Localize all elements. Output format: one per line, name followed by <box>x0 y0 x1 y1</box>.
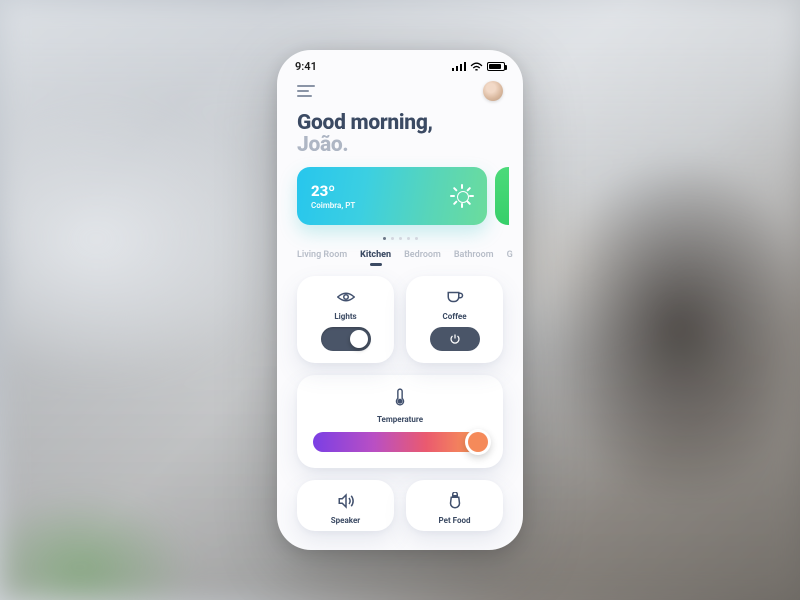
device-grid: Lights Coffee <box>277 276 523 363</box>
status-indicators <box>452 62 505 72</box>
greeting-line1: Good morning, <box>297 111 503 135</box>
tab-living-room[interactable]: Living Room <box>297 250 347 266</box>
tab-kitchen[interactable]: Kitchen <box>360 250 391 266</box>
temperature-slider[interactable] <box>313 432 487 452</box>
room-tabs: Living Room Kitchen Bedroom Bathroom G <box>277 250 523 276</box>
device-label: Coffee <box>442 312 466 321</box>
phone-frame: 9:41 Good morning, João. 23º Coimbra, PT <box>277 50 523 550</box>
info-cards-row: 23º Coimbra, PT <box>277 167 523 225</box>
status-time: 9:41 <box>295 60 317 73</box>
weather-location: Coimbra, PT <box>311 201 355 210</box>
coffee-power-button[interactable] <box>430 327 480 351</box>
page-dot[interactable] <box>391 237 394 240</box>
next-card-peek[interactable] <box>495 167 509 225</box>
page-dot[interactable] <box>383 237 386 240</box>
tab-bedroom[interactable]: Bedroom <box>404 250 441 266</box>
status-bar: 9:41 <box>277 50 523 77</box>
weather-text: 23º Coimbra, PT <box>311 182 355 210</box>
device-label: Temperature <box>377 415 423 424</box>
page-indicator <box>277 225 523 250</box>
greeting-name: João. <box>297 133 503 157</box>
power-icon <box>449 333 461 345</box>
page-dot[interactable] <box>399 237 402 240</box>
coffee-cup-icon <box>446 288 464 306</box>
avatar[interactable] <box>483 81 503 101</box>
greeting: Good morning, João. <box>277 107 523 167</box>
weather-card[interactable]: 23º Coimbra, PT <box>297 167 487 225</box>
pet-food-icon <box>446 492 464 510</box>
device-grid-row2: Speaker Pet Food <box>277 468 523 531</box>
device-label: Speaker <box>331 516 360 525</box>
speaker-icon <box>337 492 355 510</box>
device-card-lights: Lights <box>297 276 394 363</box>
battery-icon <box>487 62 505 71</box>
device-label: Lights <box>334 312 356 321</box>
eye-icon <box>337 288 355 306</box>
cellular-signal-icon <box>452 62 466 71</box>
wifi-icon <box>470 62 483 72</box>
page-dot[interactable] <box>415 237 418 240</box>
device-card-coffee: Coffee <box>406 276 503 363</box>
device-label: Pet Food <box>439 516 471 525</box>
device-card-speaker: Speaker <box>297 480 394 531</box>
tab-bathroom[interactable]: Bathroom <box>454 250 494 266</box>
thermometer-icon <box>394 387 406 407</box>
menu-icon[interactable] <box>297 85 315 97</box>
sun-icon <box>451 185 473 207</box>
weather-temperature: 23º <box>311 182 355 200</box>
device-card-temperature: Temperature <box>297 375 503 468</box>
device-card-petfood: Pet Food <box>406 480 503 531</box>
tab-more[interactable]: G <box>507 250 513 266</box>
top-bar <box>277 77 523 107</box>
page-dot[interactable] <box>407 237 410 240</box>
lights-toggle[interactable] <box>321 327 371 351</box>
